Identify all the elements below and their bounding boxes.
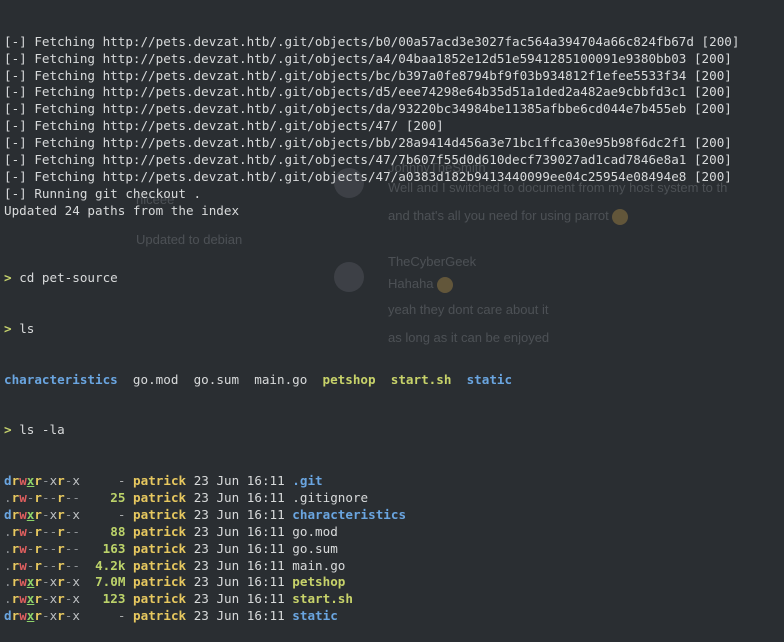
command-text: ls -la — [19, 422, 65, 438]
permissions: .rwxr-xr-x — [4, 574, 80, 590]
date: 23 Jun 16:11 — [193, 540, 285, 556]
permissions: .rwxr-xr-x — [4, 591, 80, 607]
terminal-output: [-] Fetching http://pets.devzat.htb/.git… — [4, 0, 784, 642]
log-line: [-] Fetching http://pets.devzat.htb/.git… — [4, 67, 732, 83]
file-name: petshop — [292, 574, 346, 590]
file-size: - — [79, 608, 126, 624]
log-line: [-] Fetching http://pets.devzat.htb/.git… — [4, 135, 732, 151]
owner: patrick — [133, 473, 187, 489]
file-name: characteristics — [292, 506, 407, 522]
permissions: drwxr-xr-x — [4, 608, 80, 624]
owner: patrick — [133, 557, 187, 573]
permissions: drwxr-xr-x — [4, 506, 80, 522]
ls-la-output: drwxr-xr-x - patrick 23 Jun 16:11 .git .r… — [4, 473, 784, 625]
date: 23 Jun 16:11 — [193, 608, 285, 624]
ls-entry: go.mod — [132, 371, 179, 387]
ls-entry: start.sh — [390, 371, 452, 387]
command-line: > ls -la — [4, 422, 784, 439]
owner: patrick — [133, 490, 187, 506]
file-name: static — [292, 608, 338, 624]
date: 23 Jun 16:11 — [193, 490, 285, 506]
owner: patrick — [133, 506, 187, 522]
owner: patrick — [133, 574, 187, 590]
ls-la-row: .rw-r--r-- 88 patrick 23 Jun 16:11 go.mo… — [4, 524, 784, 541]
log-line: [-] Fetching http://pets.devzat.htb/.git… — [4, 101, 732, 117]
log-line: Updated 24 paths from the index — [4, 202, 240, 218]
file-name: go.mod — [292, 523, 338, 539]
ls-entry: static — [466, 371, 513, 387]
file-name: go.sum — [292, 540, 338, 556]
file-size: 25 — [79, 490, 126, 506]
log-line: [-] Fetching http://pets.devzat.htb/.git… — [4, 118, 444, 134]
ls-la-row: .rw-r--r-- 163 patrick 23 Jun 16:11 go.s… — [4, 541, 784, 558]
ls-la-row: .rwxr-xr-x 123 patrick 23 Jun 16:11 star… — [4, 591, 784, 608]
prompt-symbol: > — [4, 321, 12, 337]
ls-la-row: drwxr-xr-x - patrick 23 Jun 16:11 charac… — [4, 507, 784, 524]
fetch-log: [-] Fetching http://pets.devzat.htb/.git… — [4, 34, 784, 220]
permissions: drwxr-xr-x — [4, 473, 80, 489]
permissions: .rw-r--r-- — [4, 540, 80, 556]
file-name: .gitignore — [292, 490, 369, 506]
log-line: [-] Fetching http://pets.devzat.htb/.git… — [4, 84, 732, 100]
command-text: cd pet-source — [19, 270, 118, 286]
permissions: .rw-r--r-- — [4, 490, 80, 506]
ls-entry: main.go — [254, 371, 308, 387]
date: 23 Jun 16:11 — [193, 591, 285, 607]
log-line: [-] Fetching http://pets.devzat.htb/.git… — [4, 152, 732, 168]
ls-la-row: .rwxr-xr-x 7.0M patrick 23 Jun 16:11 pet… — [4, 574, 784, 591]
ls-output: characteristics go.mod go.sum main.go pe… — [4, 372, 784, 389]
prompt-symbol: > — [4, 270, 12, 286]
log-line: [-] Fetching http://pets.devzat.htb/.git… — [4, 33, 740, 49]
permissions: .rw-r--r-- — [4, 557, 80, 573]
command-text: ls — [19, 321, 35, 337]
ls-entry: go.sum — [193, 371, 240, 387]
owner: patrick — [133, 523, 187, 539]
date: 23 Jun 16:11 — [193, 557, 285, 573]
ls-entry: characteristics — [4, 371, 118, 387]
permissions: .rw-r--r-- — [4, 523, 80, 539]
date: 23 Jun 16:11 — [193, 506, 285, 522]
owner: patrick — [133, 540, 187, 556]
file-size: - — [79, 506, 126, 522]
file-size: 163 — [79, 540, 126, 556]
owner: patrick — [133, 608, 187, 624]
date: 23 Jun 16:11 — [193, 523, 285, 539]
file-size: 88 — [79, 523, 126, 539]
date: 23 Jun 16:11 — [193, 473, 285, 489]
command-line: > cd pet-source — [4, 270, 784, 287]
ls-entry: petshop — [322, 371, 376, 387]
date: 23 Jun 16:11 — [193, 574, 285, 590]
file-name: .git — [292, 473, 323, 489]
log-line: [-] Fetching http://pets.devzat.htb/.git… — [4, 50, 732, 66]
file-size: 4.2k — [79, 557, 126, 573]
ls-la-row: drwxr-xr-x - patrick 23 Jun 16:11 .git — [4, 473, 784, 490]
ls-la-row: .rw-r--r-- 4.2k patrick 23 Jun 16:11 mai… — [4, 558, 784, 575]
file-name: main.go — [292, 557, 346, 573]
ls-la-row: drwxr-xr-x - patrick 23 Jun 16:11 static — [4, 608, 784, 625]
prompt-symbol: > — [4, 422, 12, 438]
file-size: 123 — [79, 591, 126, 607]
ls-la-row: .rw-r--r-- 25 patrick 23 Jun 16:11 .giti… — [4, 490, 784, 507]
log-line: [-] Running git checkout . — [4, 185, 202, 201]
owner: patrick — [133, 591, 187, 607]
log-line: [-] Fetching http://pets.devzat.htb/.git… — [4, 168, 732, 184]
file-size: - — [79, 473, 126, 489]
file-size: 7.0M — [79, 574, 126, 590]
file-name: start.sh — [292, 591, 353, 607]
command-line: > ls — [4, 321, 784, 338]
